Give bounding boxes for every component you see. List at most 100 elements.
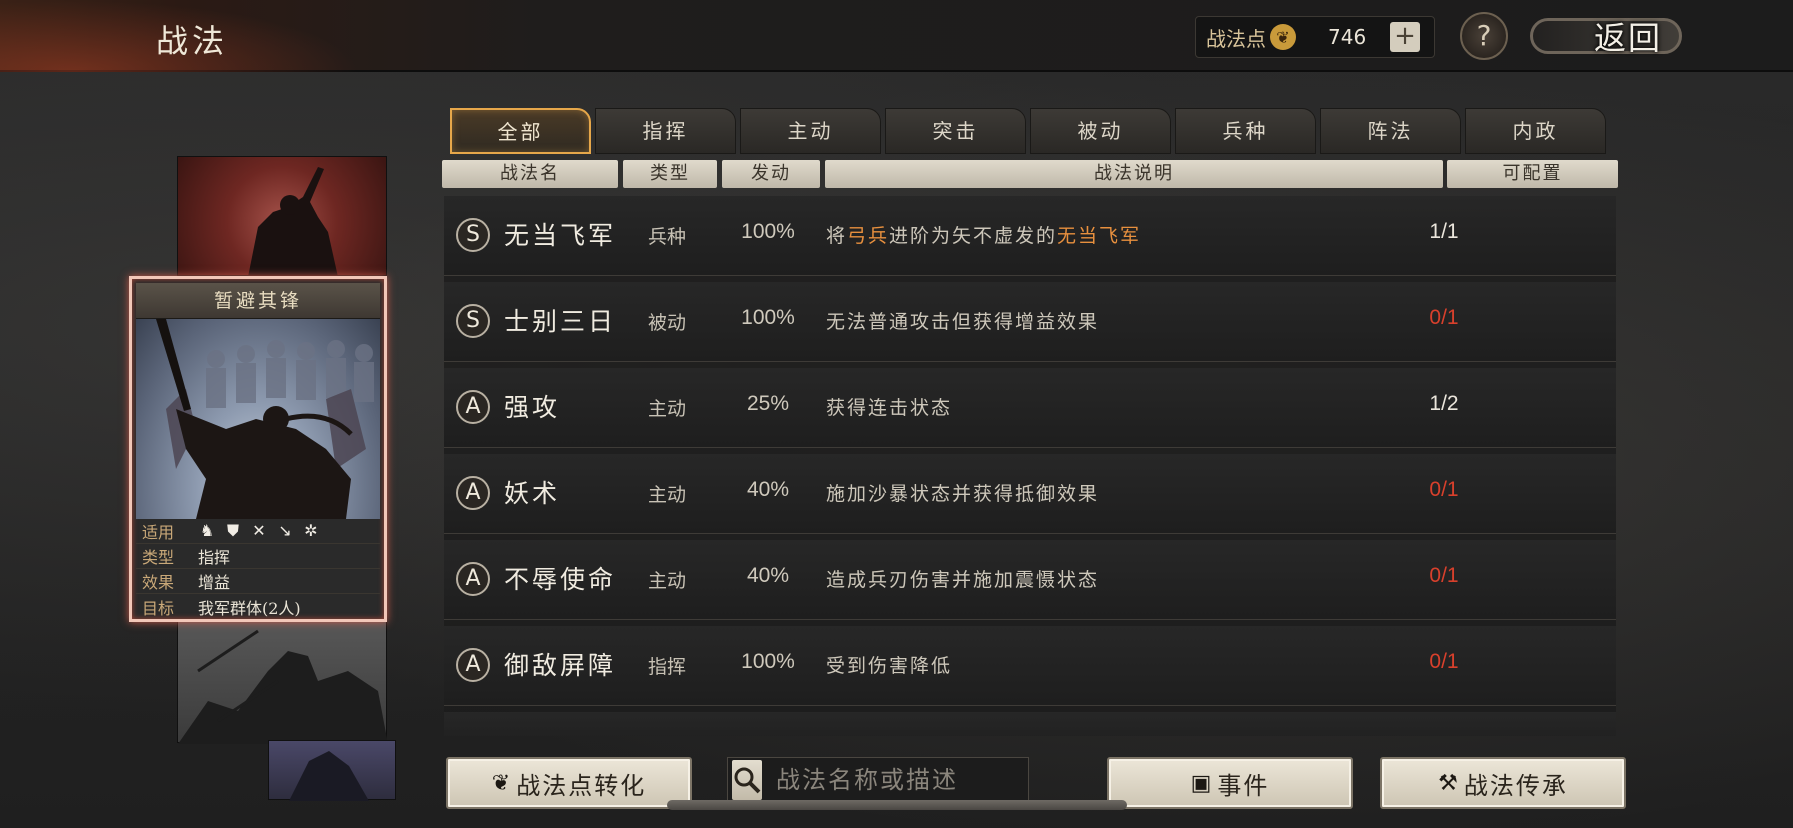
info-key: 效果: [142, 573, 175, 592]
convert-points-button[interactable]: ❦ 战法点转化: [446, 757, 692, 809]
tactic-rate: 40%: [746, 564, 790, 587]
tactic-points-box: 战法点 ❦ 746 +: [1195, 16, 1435, 58]
general-charge-icon: [156, 319, 374, 519]
desc-highlight: 弓兵: [847, 225, 890, 247]
tactic-rate: 100%: [741, 220, 795, 243]
tactic-type: 主动: [647, 398, 686, 420]
tactic-name: 士别三日: [504, 307, 617, 336]
info-row-effect: 效果 增益: [136, 569, 380, 594]
tactic-name: 无当飞军: [504, 221, 617, 250]
desc-text: 将: [826, 225, 848, 247]
tactic-slots: 1/2: [1429, 392, 1459, 415]
scroll-indicator[interactable]: [667, 800, 1127, 810]
points-label: 战法点: [1206, 26, 1266, 51]
info-key: 适用: [142, 523, 175, 542]
search-button[interactable]: [732, 760, 762, 800]
grade-badge: A: [456, 648, 490, 682]
soldiers-silhouette-icon: [178, 629, 388, 744]
card-bottom[interactable]: [177, 610, 388, 744]
tactic-type: 兵种: [647, 226, 686, 248]
search-box: [727, 757, 1079, 803]
inherit-label: 战法传承: [1463, 771, 1568, 800]
featured-tactic-card[interactable]: 暂避其锋 适用 ♞ ⛊ ✕ ↘ ✲ 类型 指挥 效果 增益 目标 我军群体(2人…: [129, 276, 387, 622]
tactic-rate: 100%: [741, 650, 795, 673]
tactic-rate: 40%: [746, 478, 790, 501]
tactic-slots: 0/1: [1429, 478, 1459, 501]
top-bar: 战法 战法点 ❦ 746 + ? 返回: [0, 0, 1793, 72]
card-top[interactable]: [177, 156, 387, 277]
card-bottom-2[interactable]: [268, 740, 396, 801]
info-row-applicable: 适用 ♞ ⛊ ✕ ↘ ✲: [136, 519, 380, 544]
tab-troop-type[interactable]: 兵种: [1175, 108, 1316, 154]
tab-passive[interactable]: 被动: [1030, 108, 1171, 154]
column-header-type[interactable]: 类型: [623, 160, 717, 188]
desc-text: 进阶为矢不虚发的: [889, 225, 1058, 247]
table-row[interactable]: A 妖术 主动 40% 施加沙暴状态并获得抵御效果 0/1: [444, 454, 1616, 534]
table-row[interactable]: A 不辱使命 主动 40% 造成兵刃伤害并施加震慑状态 0/1: [444, 540, 1616, 620]
crossed-bows-icon: ✕: [252, 521, 266, 540]
column-header-rate[interactable]: 发动: [722, 160, 820, 188]
hammer-icon: ⚒: [1438, 770, 1460, 796]
tab-all[interactable]: 全部: [450, 108, 591, 154]
grade-badge: A: [456, 562, 490, 596]
table-row[interactable]: S 士别三日 被动 100% 无法普通攻击但获得增益效果 0/1: [444, 282, 1616, 362]
back-button[interactable]: 返回: [1530, 10, 1682, 62]
column-header-desc: 战法说明: [825, 160, 1443, 188]
event-label: 事件: [1217, 771, 1270, 800]
tab-formation[interactable]: 阵法: [1320, 108, 1461, 154]
tactic-slots: 0/1: [1429, 650, 1459, 673]
tab-internal-affairs[interactable]: 内政: [1465, 108, 1606, 154]
tactic-rate: 100%: [741, 306, 795, 329]
wheel-icon: ✲: [304, 521, 318, 540]
figure-silhouette-icon: [289, 751, 369, 801]
table-row[interactable]: A 御敌屏障 指挥 100% 受到伤害降低 0/1: [444, 626, 1616, 706]
event-button[interactable]: ▣ 事件: [1107, 757, 1353, 809]
tactic-slots: 0/1: [1429, 564, 1459, 587]
tactic-name: 妖术: [504, 479, 561, 508]
featured-card-title: 暂避其锋: [136, 283, 380, 319]
inherit-button[interactable]: ⚒ 战法传承: [1380, 757, 1626, 809]
search-input[interactable]: [776, 766, 1079, 794]
tactic-description: 获得连击状态: [826, 397, 953, 419]
tab-assault[interactable]: 突击: [885, 108, 1026, 154]
grade-badge: S: [456, 218, 490, 252]
column-header-slots[interactable]: 可配置: [1447, 160, 1618, 188]
tab-active[interactable]: 主动: [740, 108, 881, 154]
tactic-type: 主动: [647, 484, 686, 506]
tactics-table[interactable]: S 无当飞军 兵种 100% 将弓兵进阶为矢不虚发的无当飞军 1/1 S 士别三…: [444, 196, 1616, 736]
search-icon: [734, 767, 761, 794]
info-value: 我军群体(2人): [198, 598, 301, 618]
tactic-slots: 0/1: [1429, 306, 1459, 329]
grade-badge: S: [456, 304, 490, 338]
table-row[interactable]: S 无当飞军 兵种 100% 将弓兵进阶为矢不虚发的无当飞军 1/1: [444, 196, 1616, 276]
spear-icon: ↘: [278, 521, 292, 540]
info-row-type: 类型 指挥: [136, 544, 380, 569]
shield-icon: ⛊: [226, 521, 239, 540]
table-row-partial[interactable]: [444, 712, 1616, 736]
add-points-button[interactable]: +: [1390, 22, 1420, 52]
tactic-description: 受到伤害降低: [826, 655, 953, 677]
page-title: 战法: [156, 22, 229, 60]
tactic-name: 不辱使命: [504, 565, 617, 594]
featured-card-art: [136, 319, 380, 519]
info-key: 类型: [142, 548, 175, 567]
info-value: 增益: [198, 573, 231, 592]
tactic-type: 指挥: [647, 656, 686, 678]
tactic-point-icon: ❦: [1270, 24, 1296, 50]
grade-badge: A: [456, 476, 490, 510]
tactic-point-icon: ❦: [491, 770, 513, 796]
table-row[interactable]: A 强攻 主动 25% 获得连击状态 1/2: [444, 368, 1616, 448]
cavalry-icon: ♞: [199, 521, 215, 540]
grade-badge: A: [456, 390, 490, 424]
warrior-silhouette-icon: [248, 167, 338, 277]
featured-card-info: 适用 ♞ ⛊ ✕ ↘ ✲ 类型 指挥 效果 增益 目标 我军群体(2人): [136, 519, 380, 619]
info-value: 指挥: [198, 548, 231, 567]
unit-icons: ♞ ⛊ ✕ ↘ ✲: [198, 522, 320, 540]
tactic-slots: 1/1: [1429, 220, 1459, 243]
column-header-name[interactable]: 战法名: [442, 160, 618, 188]
tab-command[interactable]: 指挥: [595, 108, 736, 154]
info-row-target: 目标 我军群体(2人): [136, 594, 380, 619]
tactic-rate: 25%: [746, 392, 790, 415]
tactic-name: 强攻: [504, 393, 561, 422]
help-button[interactable]: ?: [1460, 12, 1508, 60]
